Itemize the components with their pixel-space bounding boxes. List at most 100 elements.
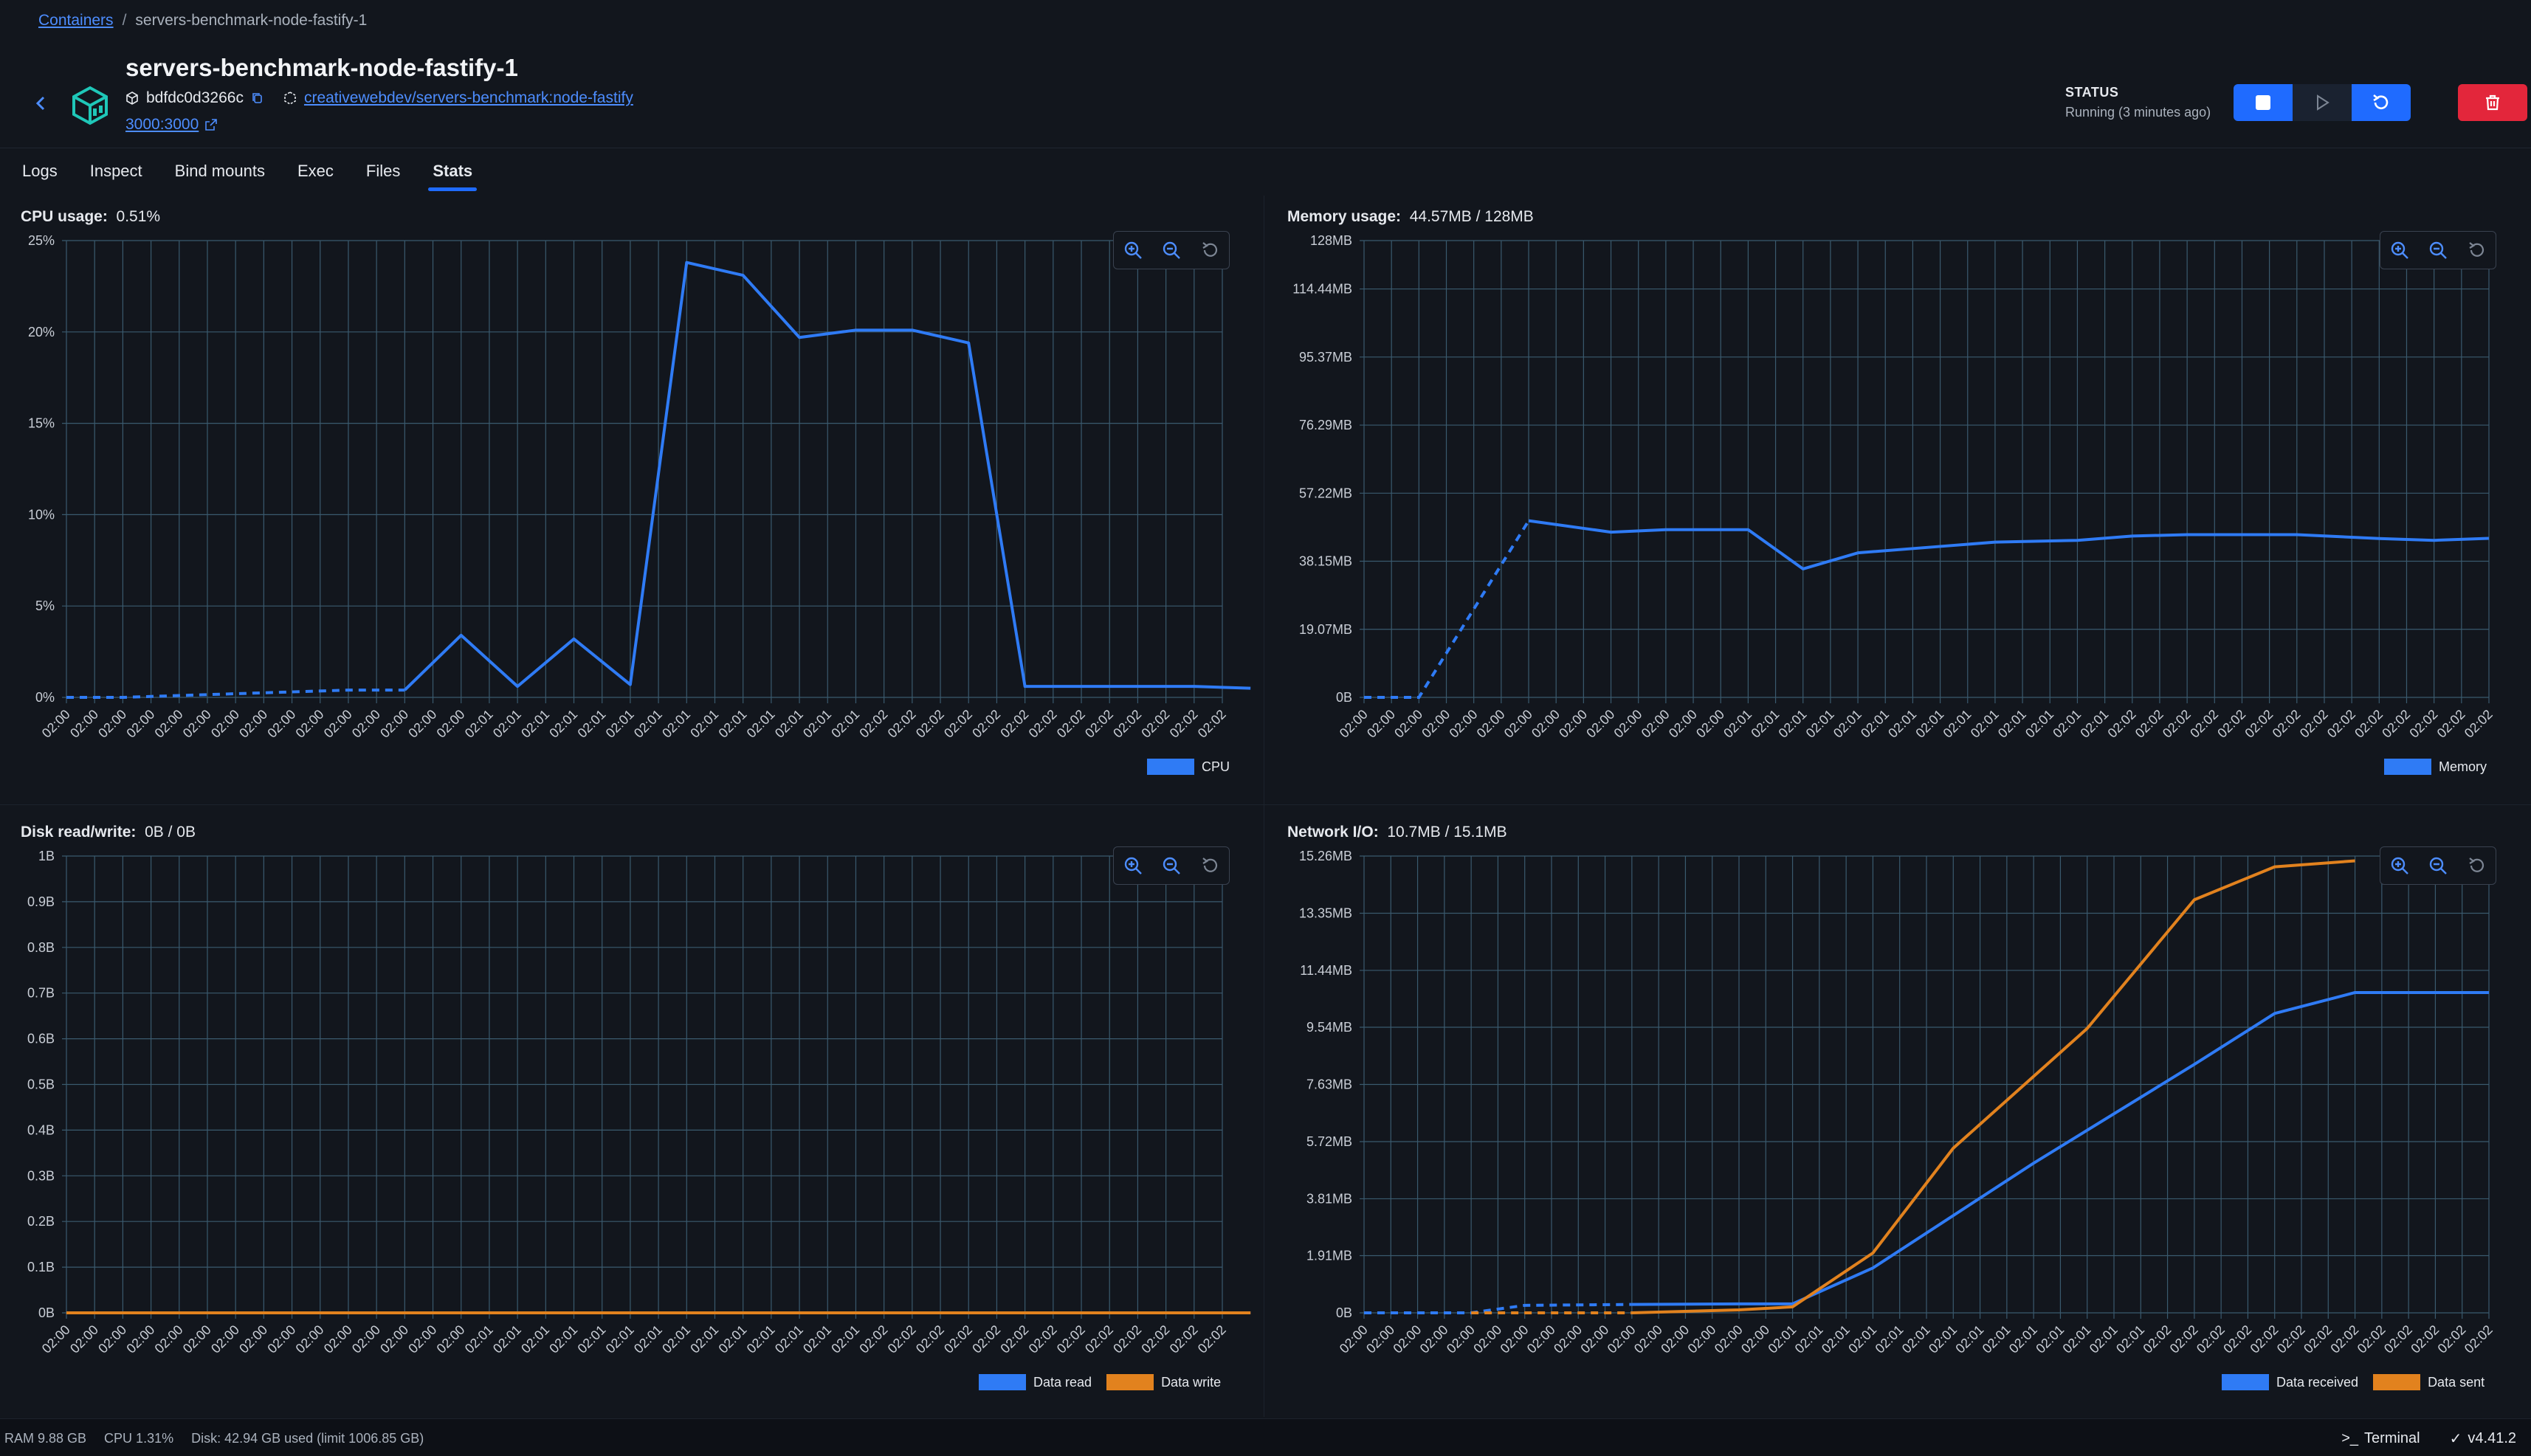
x-tick-label: 02:01 [1819, 1322, 1853, 1356]
legend-item[interactable]: Data received [2222, 1374, 2358, 1390]
y-tick-label: 0B [1336, 1305, 1352, 1320]
x-tick-label: 02:02 [2352, 707, 2386, 741]
tab-logs[interactable]: Logs [22, 151, 58, 188]
y-tick-label: 9.54MB [1306, 1020, 1352, 1035]
x-tick-label: 02:00 [1363, 1322, 1397, 1356]
y-tick-label: 114.44MB [1292, 282, 1352, 297]
x-tick-label: 02:01 [1926, 1322, 1960, 1356]
check-icon: ✓ [2449, 1431, 2462, 1447]
copy-icon[interactable] [251, 92, 264, 105]
zoom-in-icon[interactable] [1114, 847, 1152, 884]
x-tick-label: 02:02 [2132, 707, 2166, 741]
play-icon [2317, 94, 2329, 111]
breadcrumb-separator: / [122, 12, 127, 29]
x-tick-label: 02:01 [1912, 707, 1946, 741]
stop-button[interactable] [2234, 84, 2293, 121]
x-tick-label: 02:01 [687, 707, 721, 741]
x-tick-label: 02:02 [2270, 707, 2304, 741]
x-tick-label: 02:01 [1952, 1322, 1986, 1356]
x-tick-label: 02:00 [1364, 707, 1398, 741]
disk-legend: Data read Data write [971, 1374, 1221, 1390]
version-label: v4.41.2 [2468, 1430, 2516, 1446]
legend-label: Data sent [2428, 1374, 2485, 1390]
terminal-button[interactable]: >_ Terminal [2341, 1429, 2420, 1448]
x-tick-label: 02:00 [1337, 707, 1371, 741]
cpu-usage: CPU 1.31% [104, 1431, 174, 1446]
panel-divider-horizontal [0, 804, 2531, 805]
zoom-in-icon[interactable] [2380, 847, 2419, 884]
legend-item[interactable]: Data sent [2373, 1374, 2484, 1390]
restart-button[interactable] [2352, 84, 2411, 121]
reset-zoom-icon[interactable] [2457, 847, 2496, 884]
legend-item[interactable]: CPU [1147, 759, 1230, 775]
y-tick-label: 57.22MB [1299, 486, 1352, 500]
x-tick-label: 02:00 [1474, 707, 1508, 741]
delete-button[interactable] [2458, 84, 2527, 121]
zoom-out-icon[interactable] [2419, 232, 2457, 269]
back-chevron-icon[interactable] [30, 92, 52, 114]
start-button[interactable] [2293, 84, 2352, 121]
cube-icon [126, 92, 138, 105]
reset-zoom-icon[interactable] [2457, 232, 2496, 269]
x-tick-label: 02:02 [2220, 1322, 2254, 1356]
y-tick-label: 25% [28, 233, 55, 248]
tab-inspect[interactable]: Inspect [90, 151, 142, 188]
y-tick-label: 0.7B [27, 986, 55, 1001]
legend-item[interactable]: Memory [2384, 759, 2487, 775]
zoom-out-icon[interactable] [2419, 847, 2457, 884]
image-icon [284, 92, 296, 105]
zoom-out-icon[interactable] [1152, 232, 1191, 269]
x-tick-label: 02:02 [2462, 1322, 2496, 1356]
x-tick-label: 02:01 [1968, 707, 2002, 741]
tab-bind-mounts[interactable]: Bind mounts [175, 151, 265, 188]
x-tick-label: 02:02 [2248, 1322, 2282, 1356]
legend-swatch [1106, 1374, 1154, 1390]
zoom-out-icon[interactable] [1152, 847, 1191, 884]
x-tick-label: 02:01 [659, 707, 693, 741]
status-block: STATUS Running (3 minutes ago) [2065, 85, 2211, 120]
x-tick-label: 02:02 [1054, 1322, 1088, 1356]
x-tick-label: 02:01 [716, 707, 750, 741]
legend-label: Data read [1033, 1374, 1092, 1390]
x-tick-label: 02:00 [1712, 1322, 1746, 1356]
image-link[interactable]: creativewebdev/servers-benchmark:node-fa… [304, 89, 633, 107]
y-tick-label: 19.07MB [1299, 622, 1352, 637]
legend-item[interactable]: Data write [1106, 1374, 1221, 1390]
reset-zoom-icon[interactable] [1191, 232, 1229, 269]
x-tick-label: 02:02 [913, 707, 947, 741]
x-tick-label: 02:00 [152, 707, 186, 741]
x-tick-label: 02:00 [1390, 1322, 1424, 1356]
y-tick-label: 1.91MB [1306, 1249, 1352, 1263]
container-icon [72, 86, 108, 125]
x-tick-label: 02:00 [377, 1322, 411, 1356]
port-link[interactable]: 3000:3000 [125, 116, 218, 134]
x-tick-label: 02:00 [1419, 707, 1453, 741]
memory-zoom-controls [2380, 231, 2496, 269]
x-tick-label: 02:02 [1026, 707, 1060, 741]
container-meta: bdfdc0d3266c creativewebdev/servers-benc… [125, 89, 633, 107]
x-tick-label: 02:00 [67, 707, 101, 741]
x-tick-label: 02:00 [208, 707, 242, 741]
x-tick-label: 02:02 [1082, 1322, 1116, 1356]
x-tick-label: 02:01 [2060, 1322, 2094, 1356]
x-tick-label: 02:00 [1529, 707, 1563, 741]
legend-swatch [2222, 1374, 2269, 1390]
tab-stats[interactable]: Stats [428, 151, 477, 191]
reset-zoom-icon[interactable] [1191, 847, 1229, 884]
x-tick-label: 02:01 [800, 707, 834, 741]
tab-files[interactable]: Files [366, 151, 400, 188]
zoom-in-icon[interactable] [2380, 232, 2419, 269]
x-tick-label: 02:00 [1470, 1322, 1504, 1356]
y-tick-label: 5.72MB [1306, 1134, 1352, 1149]
terminal-label: Terminal [2364, 1430, 2420, 1446]
x-tick-label: 02:02 [2167, 1322, 2201, 1356]
x-tick-label: 02:02 [2242, 707, 2276, 741]
network-zoom-controls [2380, 846, 2496, 885]
x-tick-label: 02:02 [913, 1322, 947, 1356]
y-tick-label: 0.4B [27, 1122, 55, 1137]
tab-exec[interactable]: Exec [297, 151, 334, 188]
breadcrumb-containers-link[interactable]: Containers [38, 12, 114, 29]
legend-item[interactable]: Data read [979, 1374, 1092, 1390]
version-badge[interactable]: ✓ v4.41.2 [2450, 1429, 2516, 1448]
zoom-in-icon[interactable] [1114, 232, 1152, 269]
